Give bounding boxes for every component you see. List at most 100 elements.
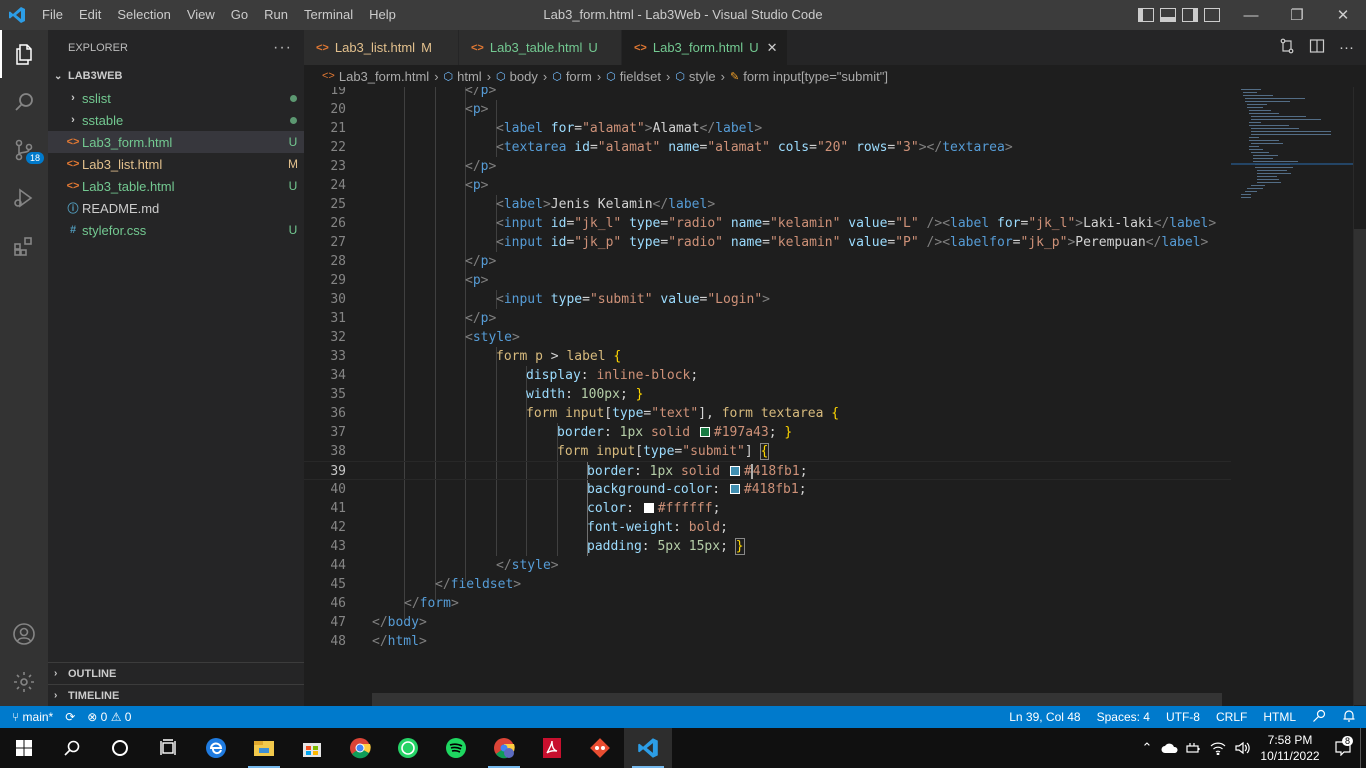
tree-item-sslist[interactable]: › sslist xyxy=(48,87,304,109)
close-window-button[interactable]: ✕ xyxy=(1320,0,1366,30)
file-explorer-icon[interactable] xyxy=(240,728,288,768)
extensions-icon[interactable] xyxy=(0,222,48,270)
menu-view[interactable]: View xyxy=(179,0,223,30)
tab-lab3-form[interactable]: <> Lab3_form.html U ✕ xyxy=(622,30,788,65)
sync-icon[interactable]: ⟳ xyxy=(65,710,75,724)
css-rule-icon: ✎ xyxy=(730,70,740,83)
chrome-profile-icon[interactable] xyxy=(480,728,528,768)
timeline-section[interactable]: › TIMELINE xyxy=(48,684,304,706)
breadcrumb-item[interactable]: html xyxy=(457,69,482,84)
toggle-secondary-sidebar-icon[interactable] xyxy=(1182,8,1198,22)
split-editor-icon[interactable] xyxy=(1309,38,1325,57)
close-tab-icon[interactable]: ✕ xyxy=(767,40,778,56)
cortana-icon[interactable] xyxy=(96,728,144,768)
microsoft-store-icon[interactable] xyxy=(288,728,336,768)
layout-controls xyxy=(1138,0,1220,30)
menu-go[interactable]: Go xyxy=(223,0,256,30)
end-of-line[interactable]: CRLF xyxy=(1216,710,1247,724)
task-view-icon[interactable] xyxy=(144,728,192,768)
menu-file[interactable]: File xyxy=(34,0,71,30)
color-swatch-icon[interactable] xyxy=(699,427,710,437)
search-icon[interactable] xyxy=(0,78,48,126)
code-line: 23 </p> xyxy=(304,157,1231,176)
tree-item-label: stylefor.css xyxy=(82,222,147,238)
compare-changes-icon[interactable] xyxy=(1279,38,1295,57)
vertical-scrollbar[interactable] xyxy=(1353,87,1366,706)
action-center-icon[interactable]: 8 xyxy=(1326,736,1360,756)
horizontal-scrollbar[interactable] xyxy=(372,693,1222,706)
encoding[interactable]: UTF-8 xyxy=(1166,710,1200,724)
minimize-button[interactable]: — xyxy=(1228,0,1274,30)
tree-item-sstable[interactable]: › sstable xyxy=(48,109,304,131)
tree-item-readme[interactable]: ⓘ README.md xyxy=(48,197,304,219)
tab-lab3-table[interactable]: <> Lab3_table.html U xyxy=(459,30,622,65)
activity-bar: 18 xyxy=(0,30,48,706)
tree-item-lab3-table[interactable]: <> Lab3_table.html U xyxy=(48,175,304,197)
tree-item-stylefor-css[interactable]: # stylefor.css U xyxy=(48,219,304,241)
vscode-taskbar-icon[interactable] xyxy=(624,728,672,768)
settings-gear-icon[interactable] xyxy=(0,658,48,706)
whatsapp-icon[interactable] xyxy=(384,728,432,768)
language-mode[interactable]: HTML xyxy=(1263,710,1296,724)
system-clock[interactable]: 7:58 PM 10/11/2022 xyxy=(1254,732,1326,764)
windows-start-icon[interactable] xyxy=(0,728,48,768)
explorer-icon[interactable] xyxy=(0,30,48,78)
git-tool-icon[interactable] xyxy=(576,728,624,768)
toggle-panel-icon[interactable] xyxy=(1160,8,1176,22)
color-swatch-icon[interactable] xyxy=(729,484,740,494)
breadcrumb-item[interactable]: body xyxy=(510,69,538,84)
menu-selection[interactable]: Selection xyxy=(109,0,178,30)
tab-lab3-list[interactable]: <> Lab3_list.html M xyxy=(304,30,459,65)
color-swatch-icon[interactable] xyxy=(643,503,654,513)
breadcrumb-item[interactable]: style xyxy=(689,69,716,84)
color-swatch-icon[interactable] xyxy=(729,466,740,476)
tree-item-label: Lab3_table.html xyxy=(82,178,175,194)
feedback-icon[interactable] xyxy=(1312,709,1326,726)
menu-help[interactable]: Help xyxy=(361,0,404,30)
line-number: 24 xyxy=(330,178,346,193)
workspace-folder[interactable]: ⌄ LAB3WEB xyxy=(48,65,304,87)
branch-status[interactable]: ⑂ main* xyxy=(12,710,53,724)
onedrive-cloud-icon[interactable] xyxy=(1158,742,1182,754)
show-desktop-button[interactable] xyxy=(1360,728,1366,768)
chevron-up-icon[interactable]: ⌃ xyxy=(1136,740,1158,756)
search-icon[interactable] xyxy=(48,728,96,768)
cursor-position[interactable]: Ln 39, Col 48 xyxy=(1009,710,1080,724)
run-debug-icon[interactable] xyxy=(0,174,48,222)
acrobat-reader-icon[interactable] xyxy=(528,728,576,768)
breadcrumb-item[interactable]: Lab3_form.html xyxy=(339,69,429,84)
notifications-bell-icon[interactable] xyxy=(1342,709,1356,726)
spotify-icon[interactable] xyxy=(432,728,480,768)
breadcrumb-item[interactable]: fieldset xyxy=(620,69,661,84)
tree-item-lab3-list[interactable]: <> Lab3_list.html M xyxy=(48,153,304,175)
tree-item-lab3-form[interactable]: <> Lab3_form.html U xyxy=(48,131,304,153)
menu-terminal[interactable]: Terminal xyxy=(296,0,361,30)
workspace-folder-label: LAB3WEB xyxy=(68,70,123,82)
edge-browser-icon[interactable] xyxy=(192,728,240,768)
more-actions-icon[interactable]: ··· xyxy=(1339,39,1354,56)
indentation[interactable]: Spaces: 4 xyxy=(1097,710,1150,724)
breadcrumb-item[interactable]: form input[type="submit"] xyxy=(743,69,888,84)
chrome-icon[interactable] xyxy=(336,728,384,768)
breadcrumb-item[interactable]: form xyxy=(566,69,592,84)
more-actions-icon[interactable]: ··· xyxy=(273,39,292,57)
menu-edit[interactable]: Edit xyxy=(71,0,109,30)
menu-run[interactable]: Run xyxy=(256,0,296,30)
git-branch-icon: ⑂ xyxy=(12,710,20,724)
wifi-icon[interactable] xyxy=(1206,741,1230,755)
toggle-sidebar-icon[interactable] xyxy=(1138,8,1154,22)
status-bar: ⑂ main* ⟳ ⊗ 0 ⚠ 0 Ln 39, Col 48 Spaces: … xyxy=(0,706,1366,728)
minimap[interactable] xyxy=(1231,87,1353,706)
customize-layout-icon[interactable] xyxy=(1204,8,1220,22)
git-status-badge: U xyxy=(288,223,298,237)
code-line: 45 </fieldset> xyxy=(304,575,1231,594)
restore-button[interactable]: ❐ xyxy=(1274,0,1320,30)
account-icon[interactable] xyxy=(0,610,48,658)
volume-icon[interactable] xyxy=(1230,741,1254,755)
scrollbar-thumb[interactable] xyxy=(1354,229,1366,705)
outline-section[interactable]: › OUTLINE xyxy=(48,662,304,684)
battery-icon[interactable] xyxy=(1182,742,1206,754)
source-control-icon[interactable]: 18 xyxy=(0,126,48,174)
problems-status[interactable]: ⊗ 0 ⚠ 0 xyxy=(87,710,131,724)
code-editor[interactable]: 19 </p> 20 <p> 21 <label for="alamat">Alama… xyxy=(304,87,1231,693)
